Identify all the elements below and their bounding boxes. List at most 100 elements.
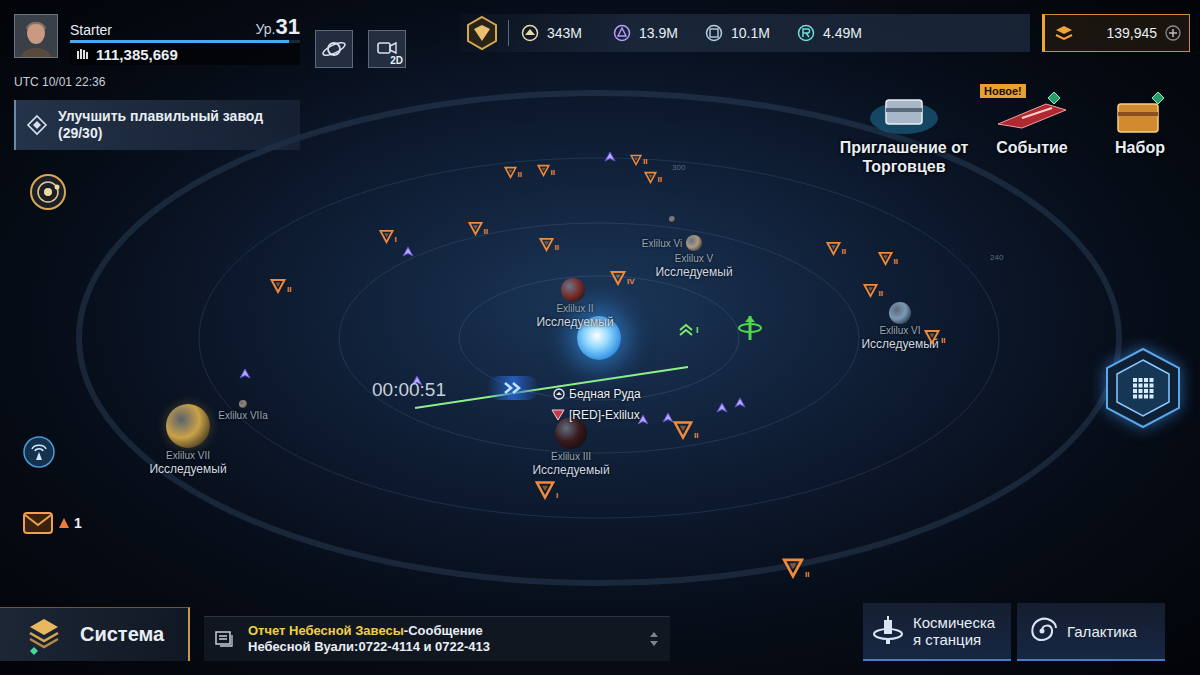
system-overview-button[interactable] bbox=[28, 172, 68, 212]
player-level: Ур.31 bbox=[256, 16, 300, 38]
system-button[interactable]: Система bbox=[0, 607, 190, 661]
trade-chest-icon bbox=[864, 88, 944, 138]
player-name: Starter bbox=[70, 22, 112, 38]
premium-currency[interactable]: 139,945 bbox=[1042, 14, 1190, 52]
scroll-arrows-icon[interactable] bbox=[648, 630, 660, 648]
top-bar: Starter Ур.31 111,385,669 UTC 10/01 22:3… bbox=[0, 0, 1200, 88]
own-fleet-marker[interactable]: I bbox=[678, 322, 699, 338]
resource-item[interactable]: 13.9M bbox=[613, 24, 705, 42]
triangle-icon bbox=[535, 480, 555, 500]
enemy-marker[interactable]: II bbox=[782, 557, 809, 579]
enemy-marker[interactable]: I bbox=[379, 229, 397, 244]
enemy-marker[interactable]: IV bbox=[610, 270, 635, 286]
travel-timer: 00:00:51 bbox=[372, 379, 446, 401]
resource-node[interactable]: Бедная Руда bbox=[553, 387, 641, 401]
resource-item[interactable]: 343M bbox=[521, 24, 613, 42]
commander-portrait-icon bbox=[15, 15, 57, 57]
quest-panel[interactable]: Улучшить плавильный завод (29/30) bbox=[14, 100, 300, 150]
planet-icon bbox=[321, 36, 347, 62]
triangle-icon bbox=[924, 329, 940, 345]
enemy-marker[interactable]: I bbox=[535, 480, 558, 500]
server-time: UTC 10/01 22:36 bbox=[14, 75, 300, 89]
triangle-icon bbox=[644, 171, 657, 184]
ship-icon[interactable] bbox=[662, 412, 674, 424]
orbit-icon bbox=[28, 172, 68, 212]
quest-diamond-icon bbox=[26, 114, 48, 136]
speed-button[interactable] bbox=[487, 376, 539, 400]
enemy-marker[interactable]: II bbox=[537, 164, 555, 177]
planet-label[interactable]: Exlilux Vi bbox=[642, 238, 682, 250]
nav-button[interactable]: Космическая станция bbox=[863, 603, 1011, 661]
planet-label[interactable]: Exlilux III Исследуемый bbox=[532, 451, 609, 477]
triangle-icon bbox=[468, 221, 483, 236]
plus-icon[interactable] bbox=[1165, 25, 1181, 41]
hex-grid-icon bbox=[1101, 346, 1185, 430]
ship-icon[interactable] bbox=[402, 246, 414, 258]
signal-icon bbox=[22, 435, 56, 469]
mail-button[interactable]: 1 bbox=[22, 509, 300, 537]
resource-icon bbox=[705, 24, 723, 42]
resource-item[interactable]: 4.49M bbox=[797, 24, 889, 42]
planet-label[interactable]: Exlilux VII Исследуемый bbox=[149, 450, 226, 476]
power-icon bbox=[76, 48, 90, 60]
triangle-icon bbox=[863, 283, 878, 298]
planet-label[interactable]: Exlilux V Исследуемый bbox=[655, 253, 732, 279]
space-station-icon bbox=[871, 614, 905, 648]
planet[interactable] bbox=[561, 278, 585, 302]
chat-preview[interactable]: Отчет Небесной Завесы-Сообщение Небесной… bbox=[204, 616, 670, 661]
avatar[interactable] bbox=[14, 14, 58, 58]
shortcut-button[interactable]: Приглашение от Торговцев bbox=[834, 88, 974, 176]
waypoint-icon[interactable] bbox=[737, 314, 763, 344]
bundle-crate-icon bbox=[1100, 88, 1180, 138]
enemy-marker[interactable]: II bbox=[630, 154, 647, 166]
enemy-fleet[interactable]: [RED]-Exlilux bbox=[551, 408, 640, 422]
ship-icon[interactable] bbox=[239, 368, 251, 380]
system-layers-icon bbox=[26, 615, 62, 655]
planet[interactable] bbox=[889, 302, 911, 324]
new-badge: Новое! bbox=[980, 84, 1026, 98]
planet[interactable] bbox=[166, 404, 210, 448]
enemy-marker[interactable]: II bbox=[673, 420, 698, 440]
galaxy-icon bbox=[1025, 614, 1059, 648]
planet-label[interactable]: Exlilux VI Исследуемый bbox=[861, 325, 938, 351]
triangle-icon bbox=[878, 251, 893, 266]
resource-bar: 343M 13.9M 10.1M 4.49M bbox=[460, 14, 1030, 52]
ship-icon[interactable] bbox=[604, 151, 616, 163]
orbit-label: 300 bbox=[672, 163, 685, 172]
envelope-icon bbox=[22, 509, 54, 537]
enemy-marker[interactable]: II bbox=[826, 241, 846, 256]
currency-icon bbox=[1053, 24, 1075, 42]
ore-icon bbox=[553, 388, 565, 400]
shortcut-button[interactable]: Новое! Событие bbox=[982, 88, 1082, 157]
ship-icon[interactable] bbox=[716, 402, 728, 414]
planet-view-button[interactable] bbox=[315, 30, 353, 68]
enemy-marker[interactable]: II bbox=[644, 171, 662, 184]
view-toggle-button[interactable]: 2D bbox=[368, 30, 406, 68]
planet[interactable] bbox=[669, 216, 675, 222]
chat-icon bbox=[214, 630, 234, 648]
enemy-marker[interactable]: II bbox=[924, 329, 945, 345]
planet[interactable] bbox=[686, 235, 702, 251]
enemy-marker[interactable]: II bbox=[504, 166, 522, 179]
triangle-icon bbox=[379, 229, 394, 244]
nav-button[interactable]: Галактика bbox=[1017, 603, 1165, 661]
signal-button[interactable] bbox=[22, 435, 56, 469]
enemy-marker[interactable]: II bbox=[878, 251, 898, 266]
enemy-marker[interactable]: II bbox=[468, 221, 488, 236]
enemy-marker[interactable]: II bbox=[863, 283, 883, 298]
planet-label[interactable]: Exlilux VIIa bbox=[218, 410, 267, 422]
enemy-marker[interactable]: II bbox=[539, 237, 559, 252]
planet-label[interactable]: Exlilux II Исследуемый bbox=[536, 303, 613, 329]
resource-item[interactable]: 10.1M bbox=[705, 24, 797, 42]
ship-icon[interactable] bbox=[734, 397, 746, 409]
fast-forward-icon bbox=[502, 381, 524, 395]
triangle-icon bbox=[504, 166, 517, 179]
planet[interactable] bbox=[239, 400, 247, 408]
player-profile[interactable]: Starter Ур.31 111,385,669 UTC 10/01 22:3… bbox=[14, 14, 300, 89]
power-rating: 111,385,669 bbox=[70, 43, 300, 65]
triangle-icon bbox=[270, 278, 286, 294]
rank-badge-icon[interactable] bbox=[464, 15, 500, 51]
shortcut-button[interactable]: Набор bbox=[1090, 88, 1190, 157]
enemy-marker[interactable]: II bbox=[270, 278, 291, 294]
grid-view-button[interactable] bbox=[1101, 346, 1185, 430]
